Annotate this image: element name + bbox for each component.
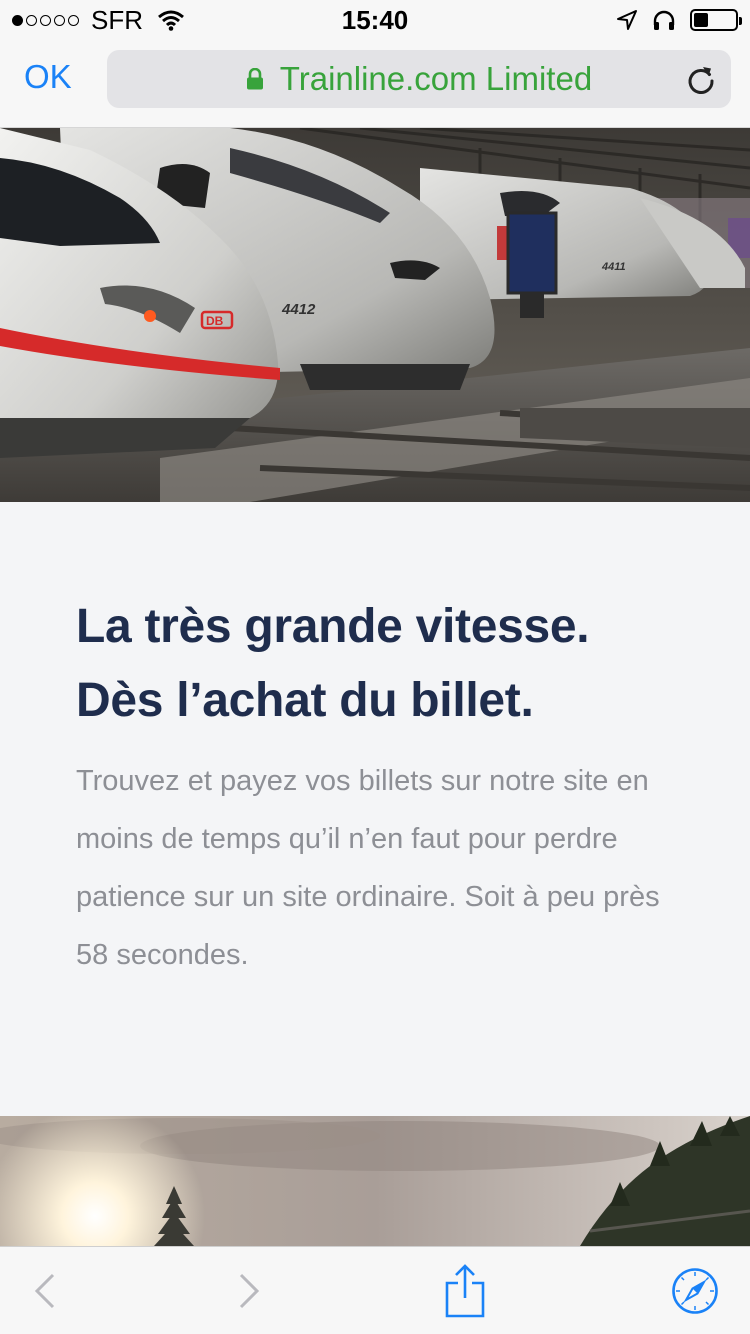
- wifi-icon: [158, 10, 184, 31]
- sunset-landscape-image: [0, 1116, 750, 1246]
- reload-icon[interactable]: [685, 64, 717, 96]
- status-bar: SFR 15:40: [0, 0, 750, 40]
- hero-trains-image: 4411 4412 DB: [0, 128, 750, 502]
- feature-section: La très grande vitesse. Dès l’achat du b…: [0, 502, 750, 1116]
- back-button[interactable]: [0, 1247, 90, 1334]
- hero-label-4412: 4412: [281, 301, 316, 318]
- battery-fill: [694, 13, 708, 27]
- location-arrow-icon: [617, 10, 637, 30]
- headline-line-1: La très grande vitesse.: [76, 600, 590, 653]
- sunset-illustration: [0, 1116, 750, 1246]
- signal-strength-icon: [12, 14, 79, 26]
- feature-headline: La très grande vitesse. Dès l’achat du b…: [76, 590, 696, 738]
- site-title: Trainline.com Limited: [279, 60, 593, 97]
- feature-description: Trouvez et payez vos billets sur notre s…: [76, 765, 660, 971]
- share-icon: [445, 1264, 485, 1318]
- battery-icon: [690, 9, 742, 31]
- status-right: [616, 9, 742, 31]
- carrier-name: SFR: [91, 4, 143, 35]
- hero-label-db: DB: [206, 314, 224, 328]
- lock-icon: [246, 68, 263, 90]
- headphones-icon: [653, 10, 675, 30]
- browser-toolbar: [0, 1246, 750, 1334]
- done-button[interactable]: OK: [24, 58, 72, 96]
- status-left: SFR: [12, 5, 185, 36]
- browser-header: OK Trainline.com Limited: [0, 40, 750, 128]
- screen: SFR 15:40 OK Trainline.com Limited 4411 …: [0, 0, 750, 1334]
- trains-illustration: 4411 4412 DB: [0, 128, 750, 502]
- bookmarks-compass-button[interactable]: [650, 1247, 740, 1334]
- address-bar[interactable]: Trainline.com Limited: [107, 50, 731, 108]
- hero-label-4411: 4411: [601, 261, 626, 273]
- compass-icon: [672, 1268, 718, 1314]
- share-button[interactable]: [420, 1247, 510, 1334]
- forward-button[interactable]: [204, 1247, 294, 1334]
- back-icon: [34, 1273, 55, 1309]
- headline-line-2: Dès l’achat du billet.: [76, 674, 534, 727]
- forward-icon: [239, 1273, 260, 1309]
